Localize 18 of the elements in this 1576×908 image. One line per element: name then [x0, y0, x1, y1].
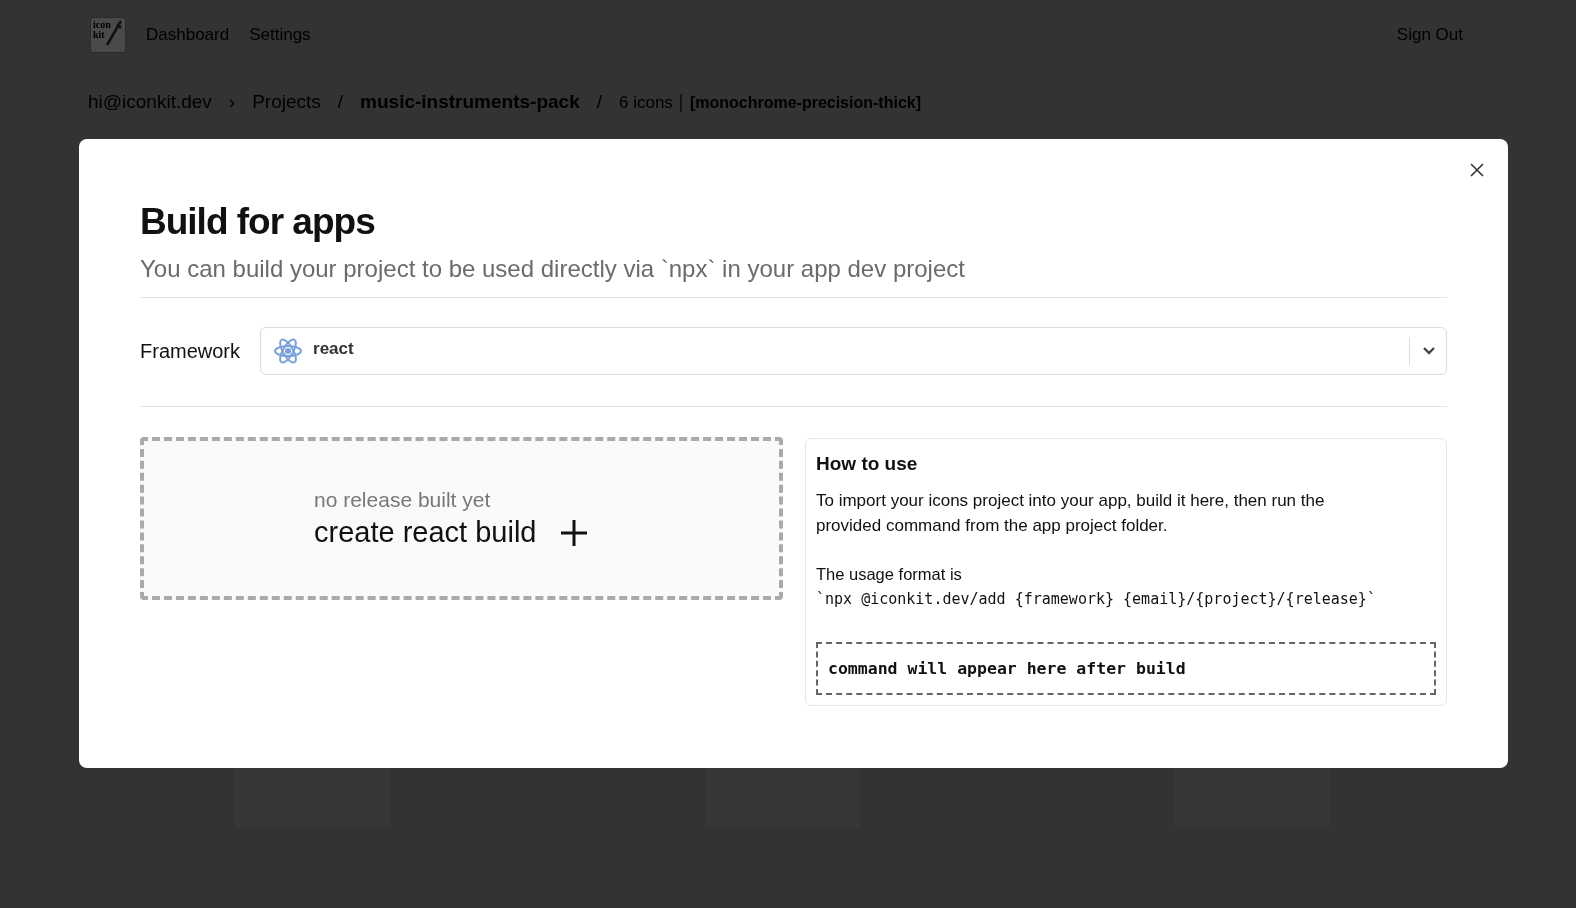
- dialog-subtitle: You can build your project to be used directly via `npx` in your app dev project: [140, 255, 1447, 298]
- create-build-button[interactable]: no release built yet create react build: [140, 437, 783, 600]
- framework-label: Framework: [140, 339, 240, 363]
- usage-format-label: The usage format is: [816, 564, 963, 585]
- plus-icon: [560, 518, 589, 547]
- breadcrumb-separator: /: [337, 91, 344, 113]
- help-title: How to use: [816, 453, 919, 475]
- help-text: To import your icons project into your app, build it here, then run the provided command from the app project folder.: [816, 490, 1326, 537]
- chevron-down-icon: [1422, 346, 1436, 356]
- dialog-title: Build for apps: [140, 201, 376, 243]
- breadcrumb-separator: /: [596, 91, 602, 113]
- logo-icon[interactable]: icon kit: [90, 17, 126, 53]
- usage-format-code: `npx @iconkit.dev/add {framework} {email}/{project}/{release}`: [816, 589, 1377, 610]
- atom-icon: [273, 337, 303, 365]
- close-icon: [1470, 163, 1484, 177]
- breadcrumb-separator: ›: [228, 91, 236, 113]
- framework-select[interactable]: react: [260, 327, 1447, 375]
- command-output-box: command will appear here after build: [816, 642, 1436, 695]
